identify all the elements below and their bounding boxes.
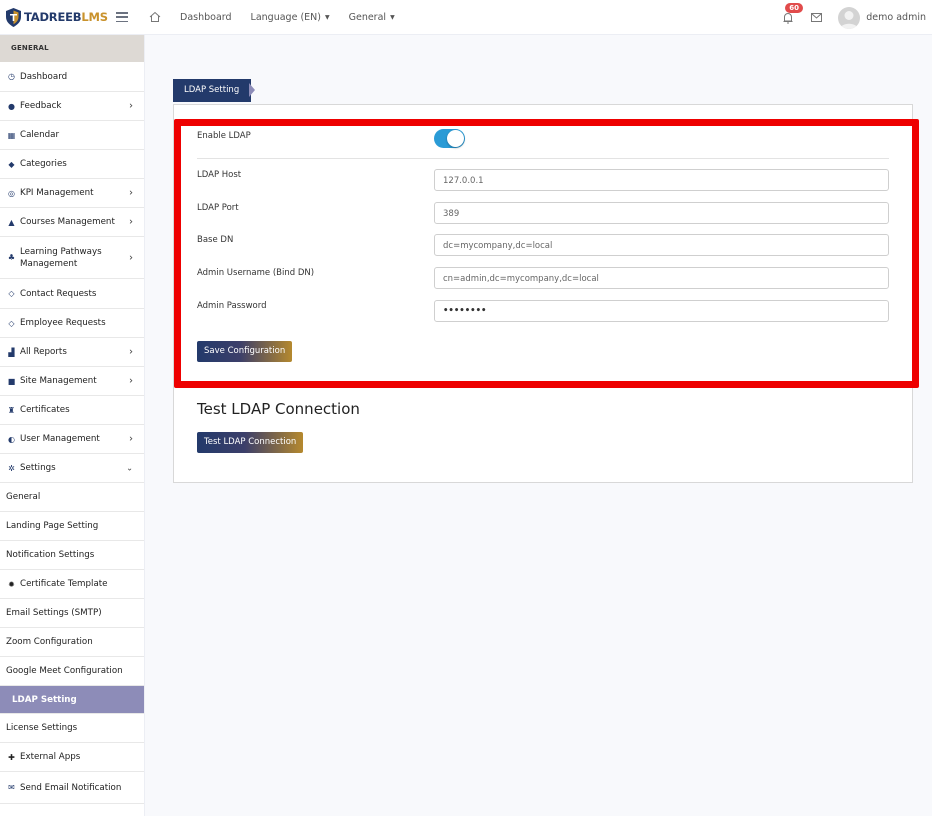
chevron-right-icon: › [129, 375, 133, 387]
shield-logo-icon [6, 7, 21, 27]
tag-icon: ◇ [8, 318, 15, 328]
user-name[interactable]: demo admin [866, 12, 926, 23]
caret-down-icon: ▼ [390, 13, 395, 21]
top-navbar: TADREEBLMS Dashboard Language (EN) ▼ Gene… [0, 0, 932, 35]
tab-ldap-setting[interactable]: LDAP Setting [173, 79, 252, 102]
sidebar-item-calendar[interactable]: ▦ Calendar [0, 121, 144, 150]
sidebar-item-employee-requests[interactable]: ◇ Employee Requests [0, 309, 144, 338]
gear-icon: ✲ [8, 463, 15, 473]
sidebar-subitem-ldap-setting[interactable]: LDAP Setting [0, 686, 144, 714]
gauge-icon: ◷ [8, 72, 15, 81]
sidebar-subitem-email-settings[interactable]: Email Settings (SMTP) [0, 599, 144, 628]
sidebar-subitem-general[interactable]: General [0, 483, 144, 512]
sidebar-item-kpi-management[interactable]: ◎ KPI Management › [0, 179, 144, 208]
chevron-right-icon: › [129, 252, 133, 263]
calendar-icon: ▦ [7, 130, 16, 140]
logo[interactable]: TADREEBLMS [6, 7, 112, 27]
sidebar-subitem-notification-settings[interactable]: Notification Settings [0, 541, 144, 570]
home-icon[interactable] [149, 11, 161, 23]
logo-text: TADREEBLMS [24, 10, 108, 24]
avatar[interactable] [838, 6, 861, 29]
certificate-icon: ✹ [8, 579, 15, 589]
test-connection-title: Test LDAP Connection [197, 400, 360, 418]
sidebar-item-learning-pathways[interactable]: ♣ Learning Pathways Management › [0, 237, 144, 279]
shield-icon: ◐ [8, 434, 15, 444]
tag-icon: ◇ [8, 289, 15, 298]
bell-icon [783, 12, 793, 23]
sidebar-subitem-landing-page-setting[interactable]: Landing Page Setting [0, 512, 144, 541]
sidebar-item-courses-management[interactable]: ▲ Courses Management › [0, 208, 144, 237]
chevron-right-icon: › [129, 100, 133, 112]
sidebar-subitem-certificate-template[interactable]: ✹ Certificate Template [0, 570, 144, 599]
chevron-right-icon: › [129, 216, 133, 228]
sidebar-item-categories[interactable]: ◆ Categories [0, 150, 144, 179]
sidebar-section-label: GENERAL [0, 35, 144, 62]
sidebar-item-send-email-notification[interactable]: ✉ Send Email Notification [0, 772, 144, 804]
highlight-box [174, 119, 919, 388]
nav-language-dropdown[interactable]: Language (EN) ▼ [251, 12, 330, 23]
sidebar-item-certificates[interactable]: ♜ Certificates [0, 396, 144, 425]
user-avatar-icon [840, 10, 859, 29]
tab-arrow [249, 83, 255, 97]
sidebar-item-site-management[interactable]: ■ Site Management › [0, 367, 144, 396]
chevron-right-icon: › [129, 346, 133, 358]
sidebar-subitem-external-apps[interactable]: ✚ External Apps [0, 743, 144, 772]
chart-icon: ▟ [8, 347, 15, 357]
folder-icon: ■ [7, 376, 16, 386]
sidebar-subitem-license-settings[interactable]: License Settings [0, 714, 144, 743]
sidebar-item-feedback[interactable]: ● Feedback › [0, 92, 144, 121]
mail-icon[interactable] [811, 13, 823, 22]
target-icon: ◎ [8, 188, 15, 198]
sidebar: GENERAL ◷ Dashboard ● Feedback › ▦ Calendar … [0, 35, 145, 816]
menu-toggle-icon[interactable] [116, 12, 128, 22]
sidebar-item-contact-requests[interactable]: ◇ Contact Requests [0, 279, 144, 309]
sidebar-subitem-google-meet[interactable]: Google Meet Configuration [0, 657, 144, 686]
envelope-icon: ✉ [8, 783, 15, 792]
comments-icon: ● [8, 101, 15, 111]
nav-dashboard[interactable]: Dashboard [180, 12, 232, 23]
graduation-cap-icon: ▲ [8, 217, 15, 227]
test-ldap-connection-button[interactable]: Test LDAP Connection [197, 432, 304, 453]
notification-badge: 60 [785, 2, 804, 13]
tags-icon: ◆ [8, 159, 15, 169]
sidebar-subitem-zoom-configuration[interactable]: Zoom Configuration [0, 628, 144, 657]
nav-general-dropdown[interactable]: General ▼ [349, 12, 395, 23]
sidebar-item-user-management[interactable]: ◐ User Management › [0, 425, 144, 454]
notifications-button[interactable]: 60 [781, 2, 804, 25]
puzzle-icon: ✚ [8, 752, 15, 762]
sidebar-item-dashboard[interactable]: ◷ Dashboard [0, 62, 144, 92]
sidebar-item-settings[interactable]: ✲ Settings ⌄ [0, 454, 144, 483]
chevron-right-icon: › [129, 433, 133, 445]
caret-down-icon: ▼ [324, 13, 330, 21]
chevron-right-icon: › [129, 187, 133, 199]
sitemap-icon: ♣ [7, 253, 16, 262]
sidebar-item-all-reports[interactable]: ▟ All Reports › [0, 338, 144, 367]
trophy-icon: ♜ [7, 405, 16, 415]
chevron-down-icon: ⌄ [126, 463, 133, 473]
